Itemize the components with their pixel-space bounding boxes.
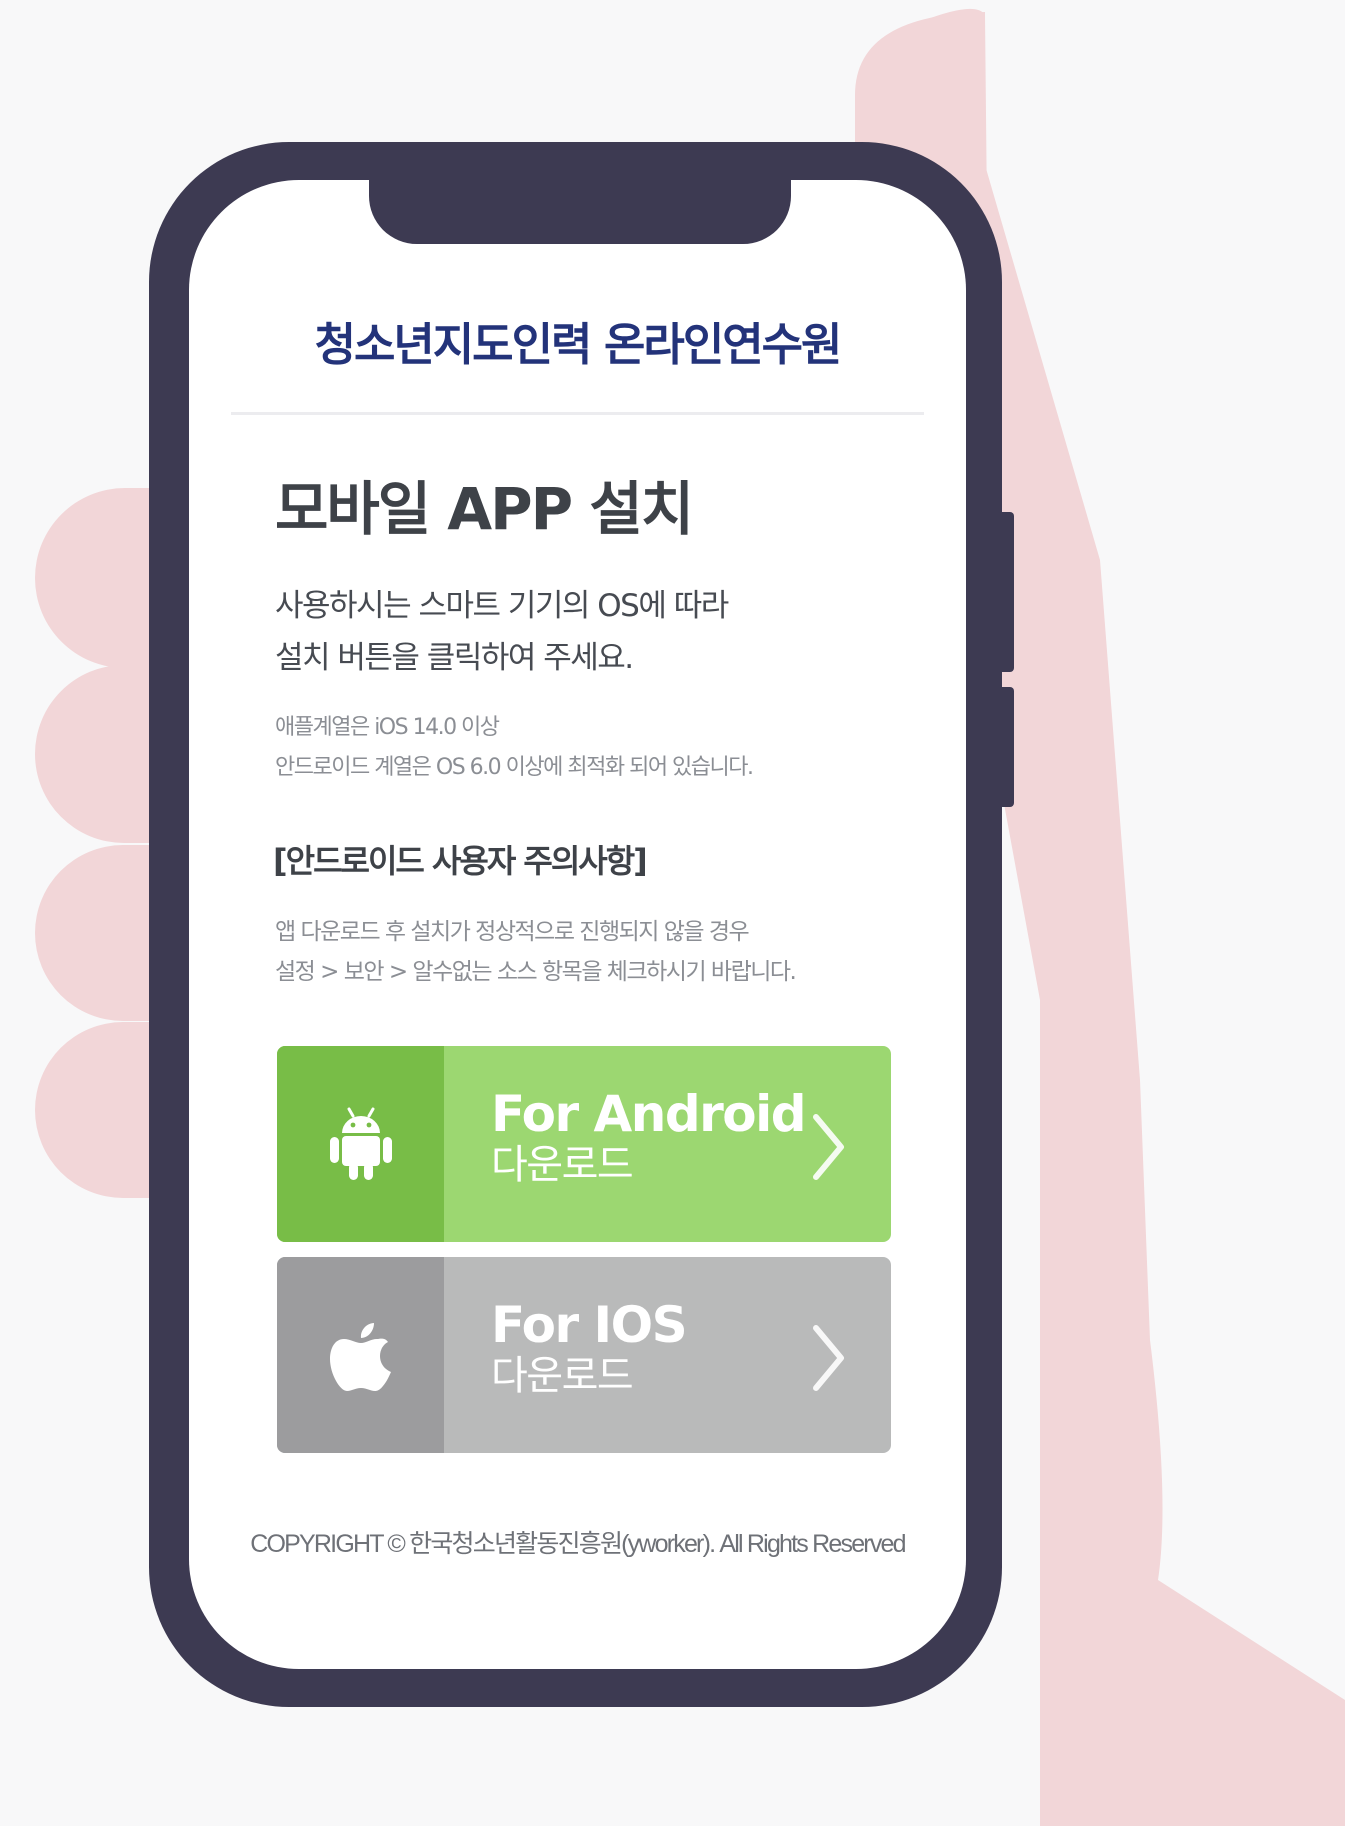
chevron-right-icon: [813, 1325, 844, 1391]
ios-download-button[interactable]: For IOS 다운로드: [277, 1257, 891, 1453]
phone-frame: 청소년지도인력 온라인연수원 모바일 APP 설치 사용하시는 스마트 기기의 …: [149, 142, 1014, 1707]
warning-line: 설정 > 보안 > 알수없는 소스 항목을 체크하시기 바랍니다.: [275, 959, 797, 985]
instructions: 사용하시는 스마트 기기의 OS에 따라 설치 버튼을 클릭하여 주세요.: [275, 580, 835, 684]
chevron-right-icon: [813, 1114, 844, 1180]
apple-icon: [329, 1323, 391, 1391]
page-title: 모바일 APP 설치: [275, 475, 694, 543]
ios-label: For IOS: [491, 1296, 688, 1354]
phone-side-button: [1000, 687, 1014, 807]
ios-button-text: For IOS 다운로드: [491, 1296, 688, 1399]
android-icon: [329, 1107, 392, 1180]
copyright-text: COPYRIGHT © 한국청소년활동진흥원(yworker). All Rig…: [250, 1530, 906, 1558]
phone-notch: [369, 180, 791, 244]
instruction-line: 사용하시는 스마트 기기의 OS에 따라: [275, 588, 729, 624]
phone-side-button: [1000, 512, 1014, 672]
android-warning: 앱 다운로드 후 설치가 정상적으로 진행되지 않을 경우 설정 > 보안 > …: [275, 912, 797, 992]
divider: [231, 412, 924, 415]
warning-line: 앱 다운로드 후 설치가 정상적으로 진행되지 않을 경우: [275, 919, 750, 945]
android-download-button[interactable]: For Android 다운로드: [277, 1046, 891, 1242]
android-sublabel: 다운로드: [491, 1142, 634, 1188]
apple-icon-box: [277, 1257, 444, 1453]
requirement-line: 애플계열은 iOS 14.0 이상: [275, 715, 500, 740]
android-label: For Android: [491, 1085, 807, 1143]
instruction-line: 설치 버튼을 클릭하여 주세요.: [275, 640, 634, 676]
requirement-line: 안드로이드 계열은 OS 6.0 이상에 최적화 되어 있습니다.: [275, 755, 754, 780]
phone-screen: 청소년지도인력 온라인연수원 모바일 APP 설치 사용하시는 스마트 기기의 …: [189, 180, 966, 1669]
site-title[interactable]: 청소년지도인력 온라인연수원: [189, 308, 966, 373]
android-icon-box: [277, 1046, 444, 1242]
android-warning-title: [안드로이드 사용자 주의사항]: [273, 842, 648, 880]
ios-sublabel: 다운로드: [491, 1353, 634, 1399]
os-requirements: 애플계열은 iOS 14.0 이상 안드로이드 계열은 OS 6.0 이상에 최…: [275, 708, 754, 788]
android-button-text: For Android 다운로드: [491, 1085, 807, 1188]
